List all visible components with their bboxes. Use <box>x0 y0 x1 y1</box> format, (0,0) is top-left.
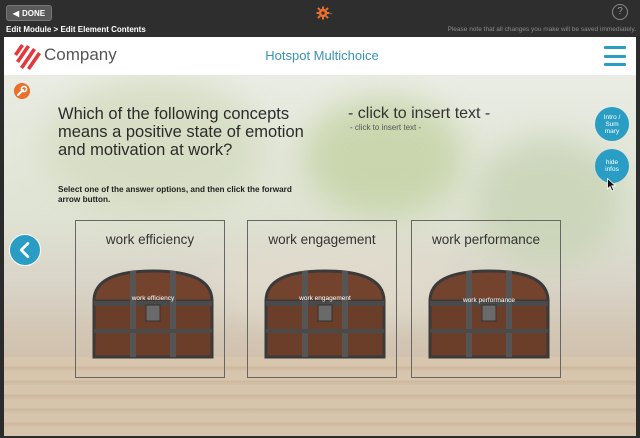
intro-summary-button[interactable]: Intro / Sum mary <box>595 107 629 141</box>
module-title: Hotspot Multichoice <box>265 48 379 63</box>
answer-option-engagement[interactable]: work engagement work engagement <box>247 220 397 378</box>
option-label: work performance <box>431 232 541 247</box>
treasure-chest-icon <box>264 269 386 359</box>
gear-icon[interactable] <box>316 5 332 21</box>
done-button[interactable]: ◀ DONE <box>6 5 52 21</box>
insert-text-subheading[interactable]: - click to insert text - <box>350 123 421 132</box>
intro-summary-label: Intro / Sum mary <box>603 113 621 135</box>
mouse-cursor-icon <box>607 178 617 192</box>
answer-option-performance[interactable]: work performance work performance <box>411 220 561 378</box>
company-logo-icon <box>14 44 41 70</box>
company-name: Company <box>44 45 117 64</box>
instruction-text[interactable]: Select one of the answer options, and th… <box>58 185 308 205</box>
hide-infos-label: hide infos <box>605 159 619 173</box>
option-label: work engagement <box>268 232 376 247</box>
caret-left-icon: ◀ <box>12 8 20 18</box>
insert-text-heading[interactable]: - click to insert text - <box>348 105 490 123</box>
module-header: Company Hotspot Multichoice <box>4 37 636 75</box>
chest-label: work efficiency <box>131 295 175 302</box>
option-label: work efficiency <box>105 232 195 247</box>
done-label: DONE <box>22 8 46 18</box>
treasure-chest-icon <box>92 269 214 359</box>
top-toolbar: ◀ DONE ? <box>0 0 640 24</box>
hamburger-icon[interactable] <box>604 46 626 66</box>
breadcrumb-bar: Edit Module > Edit Element Contents Plea… <box>0 24 640 36</box>
back-arrow-button[interactable] <box>9 234 41 266</box>
treasure-chest-icon <box>428 269 550 359</box>
breadcrumb: Edit Module > Edit Element Contents <box>6 25 146 34</box>
chest-label: work performance <box>462 297 516 304</box>
help-icon[interactable]: ? <box>612 4 628 20</box>
question-text[interactable]: Which of the following concepts means a … <box>58 105 308 159</box>
wrench-icon[interactable] <box>14 83 30 99</box>
module-stage: Company Hotspot Multichoice Which of the… <box>4 37 636 436</box>
chest-label: work engagement <box>299 295 351 302</box>
answer-option-efficiency[interactable]: work efficiency work efficiency <box>75 220 225 378</box>
autosave-notice: Please note that all changes you make wi… <box>447 26 636 33</box>
